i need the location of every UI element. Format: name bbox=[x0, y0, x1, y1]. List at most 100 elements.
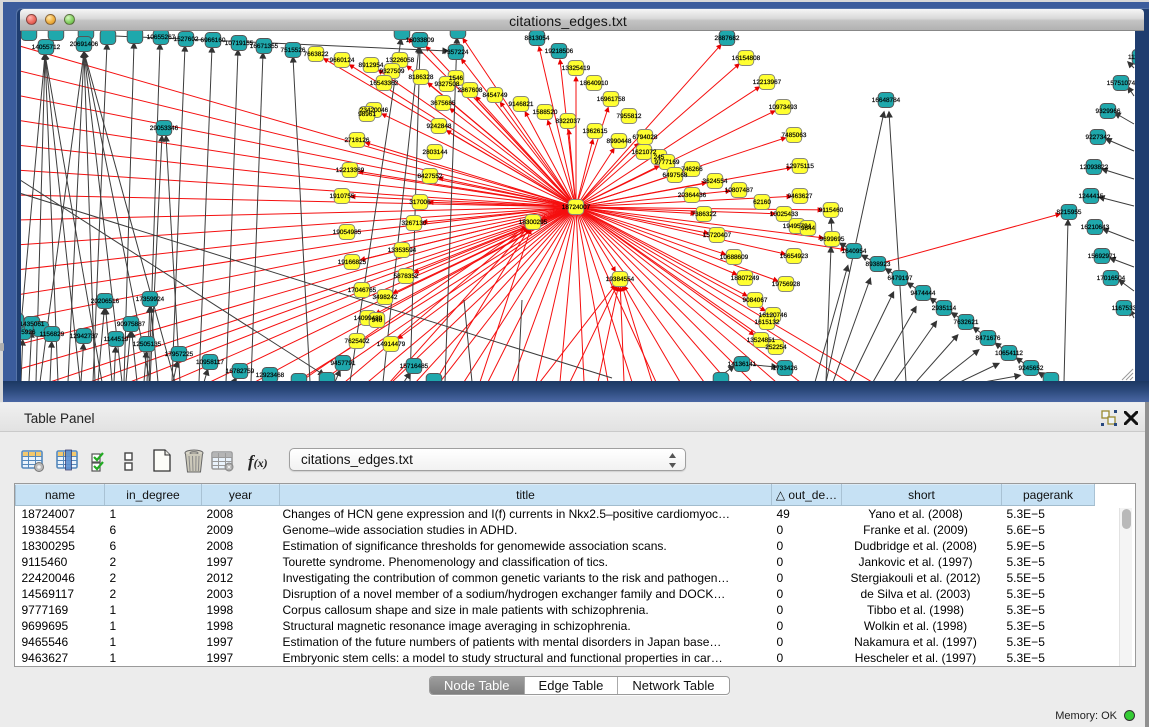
svg-text:19756928: 19756928 bbox=[772, 281, 801, 288]
svg-text:16671355: 16671355 bbox=[250, 43, 279, 50]
svg-text:9245652: 9245652 bbox=[1019, 365, 1044, 372]
svg-text:8454749: 8454749 bbox=[483, 92, 508, 99]
svg-text:19054985: 19054985 bbox=[333, 229, 362, 236]
svg-text:9474444: 9474444 bbox=[911, 290, 936, 297]
svg-text:3624554: 3624554 bbox=[703, 178, 728, 185]
svg-text:3498242: 3498242 bbox=[373, 294, 398, 301]
svg-text:5878352: 5878352 bbox=[394, 273, 419, 280]
svg-text:17957225: 17957225 bbox=[165, 351, 194, 358]
svg-text:20364436: 20364436 bbox=[678, 192, 707, 199]
svg-text:9084067: 9084067 bbox=[743, 297, 768, 304]
svg-text:29053346: 29053346 bbox=[150, 125, 179, 132]
svg-text:3675685: 3675685 bbox=[431, 100, 456, 107]
svg-text:16210643: 16210643 bbox=[1081, 224, 1110, 231]
svg-text:7663822: 7663822 bbox=[304, 51, 329, 58]
svg-text:10025433: 10025433 bbox=[770, 211, 799, 218]
svg-text:3915926: 3915926 bbox=[21, 329, 36, 336]
svg-text:8322037: 8322037 bbox=[556, 118, 581, 125]
svg-text:12213967: 12213967 bbox=[753, 79, 782, 86]
svg-text:2935114: 2935114 bbox=[932, 305, 957, 312]
svg-text:2803144: 2803144 bbox=[423, 149, 448, 156]
svg-text:12923468: 12923468 bbox=[256, 372, 285, 379]
svg-text:1615132: 1615132 bbox=[755, 319, 780, 326]
svg-text:1144519: 1144519 bbox=[104, 336, 129, 343]
svg-text:16782759: 16782759 bbox=[226, 368, 255, 375]
svg-text:18724007: 18724007 bbox=[562, 204, 591, 211]
svg-text:13524851: 13524851 bbox=[747, 337, 776, 344]
svg-text:20691406: 20691406 bbox=[70, 41, 99, 48]
svg-text:2887682: 2887682 bbox=[715, 35, 740, 42]
svg-text:90975887: 90975887 bbox=[117, 321, 146, 328]
svg-text:15751074: 15751074 bbox=[1107, 80, 1135, 87]
svg-text:9329966: 9329966 bbox=[1096, 108, 1121, 115]
svg-text:1362615: 1362615 bbox=[583, 128, 608, 135]
svg-text:9660124: 9660124 bbox=[330, 57, 355, 64]
svg-text:7625402: 7625402 bbox=[345, 338, 370, 345]
svg-text:940: 940 bbox=[372, 317, 383, 324]
svg-text:8186328: 8186328 bbox=[409, 74, 434, 81]
svg-text:2718126: 2718126 bbox=[345, 137, 370, 144]
svg-text:1733426: 1733426 bbox=[773, 365, 798, 372]
svg-text:9457791: 9457791 bbox=[331, 360, 356, 367]
svg-text:10958117: 10958117 bbox=[196, 359, 224, 366]
svg-text:252254: 252254 bbox=[765, 344, 787, 351]
svg-text:1244415: 1244415 bbox=[1079, 193, 1104, 200]
svg-text:1910755: 1910755 bbox=[330, 193, 355, 200]
svg-text:1640954: 1640954 bbox=[842, 248, 867, 255]
svg-text:7632621: 7632621 bbox=[954, 319, 979, 326]
svg-text:62160: 62160 bbox=[753, 199, 771, 206]
svg-text:8990448: 8990448 bbox=[607, 138, 632, 145]
svg-text:8471676: 8471676 bbox=[976, 335, 1001, 342]
svg-text:6966160: 6966160 bbox=[201, 37, 226, 44]
svg-text:1435061: 1435061 bbox=[21, 321, 45, 328]
svg-text:20206516: 20206516 bbox=[91, 298, 120, 305]
svg-text:7386322: 7386322 bbox=[692, 211, 717, 218]
svg-text:12505135: 12505135 bbox=[133, 341, 162, 348]
svg-text:9699695: 9699695 bbox=[820, 236, 845, 243]
svg-text:9844: 9844 bbox=[801, 225, 816, 232]
svg-text:1588520: 1588520 bbox=[533, 109, 558, 116]
svg-text:15720407: 15720407 bbox=[703, 232, 732, 239]
svg-text:14055712: 14055712 bbox=[32, 44, 61, 51]
svg-text:9146821: 9146821 bbox=[509, 101, 534, 108]
svg-text:9327508: 9327508 bbox=[435, 81, 460, 88]
svg-text:10655267: 10655267 bbox=[147, 34, 176, 41]
svg-text:7515526: 7515526 bbox=[281, 47, 306, 54]
svg-text:1527602: 1527602 bbox=[174, 36, 199, 43]
svg-text:14914479: 14914479 bbox=[377, 341, 406, 348]
svg-text:12942737: 12942737 bbox=[70, 333, 99, 340]
svg-text:15716485: 15716485 bbox=[400, 363, 429, 370]
svg-text:7955812: 7955812 bbox=[617, 113, 642, 120]
svg-text:1167533: 1167533 bbox=[1112, 305, 1135, 312]
svg-text:12975115: 12975115 bbox=[786, 163, 814, 170]
svg-text:6794028: 6794028 bbox=[633, 134, 658, 141]
svg-text:9777169: 9777169 bbox=[655, 159, 680, 166]
svg-text:9242848: 9242848 bbox=[427, 123, 452, 130]
svg-text:16154808: 16154808 bbox=[732, 55, 761, 62]
svg-text:19384554: 19384554 bbox=[606, 276, 635, 283]
svg-text:17016504: 17016504 bbox=[1097, 275, 1126, 282]
svg-text:1156829: 1156829 bbox=[40, 331, 65, 338]
svg-text:15692971: 15692971 bbox=[1088, 253, 1117, 260]
svg-text:9463627: 9463627 bbox=[788, 193, 813, 200]
svg-text:16543362: 16543362 bbox=[370, 80, 399, 87]
svg-text:12213369: 12213369 bbox=[336, 167, 365, 174]
svg-text:98961: 98961 bbox=[358, 111, 376, 118]
svg-text:317006: 317006 bbox=[409, 199, 431, 206]
svg-text:18640910: 18640910 bbox=[580, 80, 609, 87]
svg-text:6497568: 6497568 bbox=[663, 172, 688, 179]
svg-text:16654923: 16654923 bbox=[780, 253, 809, 260]
svg-text:8427552: 8427552 bbox=[418, 173, 443, 180]
svg-text:18807249: 18807249 bbox=[731, 275, 760, 282]
svg-text:8813054: 8813054 bbox=[525, 35, 550, 42]
svg-text:7485063: 7485063 bbox=[782, 132, 807, 139]
svg-text:17359924: 17359924 bbox=[136, 296, 165, 303]
svg-text:9327509: 9327509 bbox=[380, 68, 405, 75]
svg-text:3267130: 3267130 bbox=[402, 220, 427, 227]
svg-text:10654112: 10654112 bbox=[995, 350, 1023, 357]
svg-text:19166825: 19166825 bbox=[338, 259, 367, 266]
svg-text:12093822: 12093822 bbox=[1080, 164, 1109, 171]
svg-text:14136141: 14136141 bbox=[728, 361, 757, 368]
svg-text:19218506: 19218506 bbox=[545, 48, 574, 55]
svg-text:1117195: 1117195 bbox=[1128, 54, 1135, 61]
